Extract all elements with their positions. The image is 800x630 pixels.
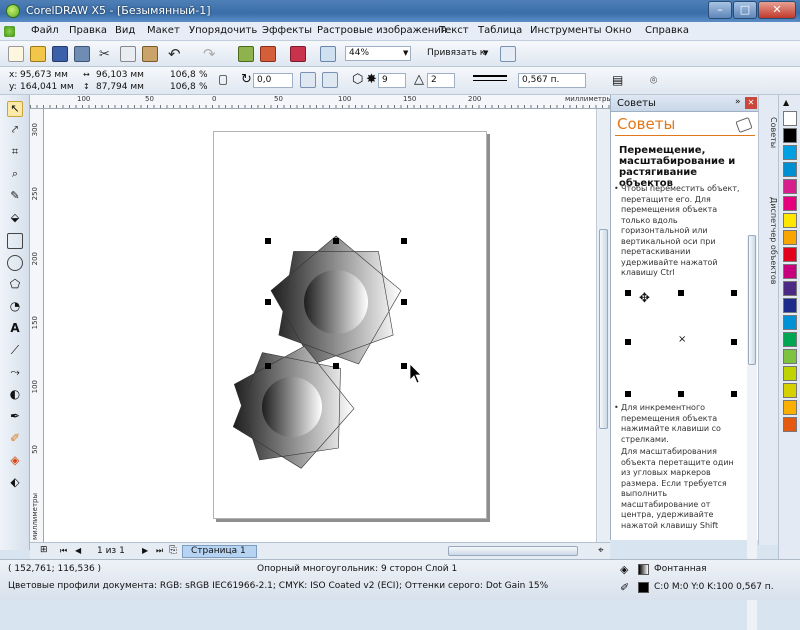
palette-swatch[interactable]	[783, 179, 797, 194]
vertical-scrollbar[interactable]	[596, 109, 610, 542]
add-page-icon[interactable]: ⎘	[169, 545, 177, 556]
object-info: Опорный многоугольник: 9 сторон Слой 1	[257, 564, 458, 574]
fill-swatch[interactable]	[638, 564, 649, 575]
palette-swatch[interactable]	[783, 111, 797, 126]
cursor-coordinates: ( 152,761; 116,536 )	[8, 564, 102, 574]
first-page-button[interactable]: ⏮	[60, 546, 67, 556]
horizontal-scrollbar-thumb[interactable]	[448, 546, 578, 556]
handle-right[interactable]	[401, 299, 407, 305]
page-tab[interactable]: Страница 1	[182, 545, 257, 558]
mouse-cursor-icon	[409, 363, 422, 384]
status-bar: ( 152,761; 116,536 ) Опорный многоугольн…	[0, 559, 800, 600]
palette-swatch[interactable]	[783, 247, 797, 262]
tip-item: Чтобы переместить объект, перетащите его…	[614, 184, 743, 279]
scrollbar-thumb[interactable]	[599, 229, 608, 429]
docker-header-title: Советы	[617, 98, 656, 109]
palette-swatch[interactable]	[783, 196, 797, 211]
handle-left[interactable]	[265, 299, 271, 305]
hints-docker: Советы » ✕ Советы Перемещение, масштабир…	[610, 95, 759, 630]
tip-illustration: ✥ ×	[621, 285, 741, 397]
handle-top-left[interactable]	[265, 238, 271, 244]
palette-swatch[interactable]	[783, 349, 797, 364]
docker-scroll-thumb[interactable]	[748, 235, 756, 365]
color-profiles[interactable]: Цветовые профили документа: RGB: sRGB IE…	[8, 581, 548, 591]
handle-bottom[interactable]	[333, 363, 339, 369]
last-page-button[interactable]: ⏭	[156, 546, 163, 556]
outline-label: C:0 M:0 Y:0 K:100 0,567 п.	[654, 582, 774, 592]
handle-bottom-right[interactable]	[401, 363, 407, 369]
title-divider	[615, 135, 755, 136]
next-page-button[interactable]: ▶	[142, 546, 148, 555]
palette-swatch[interactable]	[783, 383, 797, 398]
outline-pen-icon: ✐	[620, 581, 630, 594]
page-navigator: ⊞ ⏮ ◀ 1 из 1 ▶ ⏭ ⎘ Страница 1 ⌖	[30, 542, 610, 559]
fill-label: Фонтанная	[654, 564, 707, 574]
palette-swatch[interactable]	[783, 162, 797, 177]
tab-hints[interactable]: Советы	[760, 117, 778, 148]
docker-title: Советы	[617, 115, 676, 133]
tip-item: Для масштабирования объекта перетащите о…	[621, 447, 743, 533]
palette-swatch[interactable]	[783, 128, 797, 143]
tips-section-title: Перемещение, масштабирование и растягива…	[619, 145, 736, 189]
tab-object-manager[interactable]: Диспетчер объектов	[760, 197, 778, 284]
palette-swatch[interactable]	[783, 213, 797, 228]
palette-scroll-up-icon[interactable]: ▲	[783, 98, 789, 107]
page-nav-icon[interactable]: ⊞	[40, 545, 48, 555]
palette-swatch[interactable]	[783, 315, 797, 330]
handle-top-right[interactable]	[401, 238, 407, 244]
handle-bottom-left[interactable]	[265, 363, 271, 369]
prev-page-button[interactable]: ◀	[75, 546, 81, 555]
handle-top[interactable]	[333, 238, 339, 244]
center-mark-icon: ×	[678, 334, 687, 345]
palette-swatch[interactable]	[783, 281, 797, 296]
palette-swatch[interactable]	[783, 298, 797, 313]
page-counter: 1 из 1	[97, 546, 125, 556]
palette-swatch[interactable]	[783, 400, 797, 415]
tag-icon[interactable]	[735, 116, 753, 134]
color-palette: ▲	[778, 95, 800, 560]
star-shape-selected[interactable]	[270, 235, 402, 365]
palette-swatch[interactable]	[783, 417, 797, 432]
docker-header: Советы » ✕	[611, 95, 759, 112]
docker-expand-icon[interactable]: »	[735, 97, 741, 107]
move-cursor-icon: ✥	[639, 291, 650, 306]
palette-swatch[interactable]	[783, 332, 797, 347]
docker-close-button[interactable]: ✕	[745, 97, 757, 109]
palette-swatch[interactable]	[783, 366, 797, 381]
palette-swatch[interactable]	[783, 145, 797, 160]
docker-tabs: Советы Диспетчер объектов	[758, 95, 778, 545]
palette-swatch[interactable]	[783, 230, 797, 245]
navigator-icon[interactable]: ⌖	[598, 545, 604, 556]
tip-item: Для инкрементного перемещения объекта на…	[614, 403, 743, 445]
fill-icon: ◈	[620, 563, 629, 576]
palette-swatch[interactable]	[783, 264, 797, 279]
outline-swatch[interactable]	[638, 582, 649, 593]
